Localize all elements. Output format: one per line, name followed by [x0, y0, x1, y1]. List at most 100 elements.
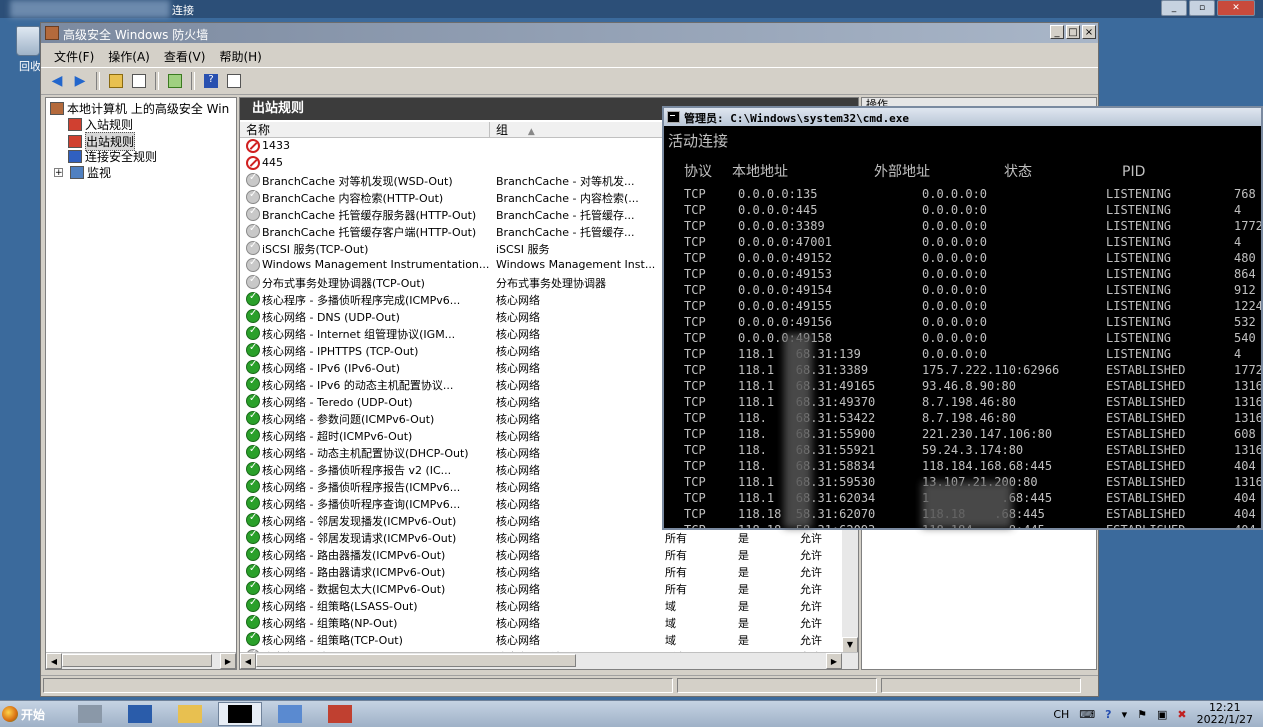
rule-enabled-icon	[246, 376, 260, 391]
conn-foreign-address: 0.0.0.0:0	[922, 331, 988, 345]
rule-group: BranchCache - 对等机发...	[496, 175, 635, 188]
conn-local-address: 0.0.0.0:49155	[738, 299, 832, 313]
tray-expand-icon[interactable]: ▾	[1122, 708, 1128, 721]
column-header-name[interactable]: 名称	[240, 122, 490, 138]
column-header-group[interactable]: 组 ▲	[490, 122, 690, 138]
rule-enabled-icon	[246, 563, 260, 578]
table-row[interactable]: 核心网络 - 组策略(TCP-Out) 核心网络 域 是 允许	[240, 631, 858, 648]
cmd-window: 管理员: C:\Windows\system32\cmd.exe 活动连接 协议…	[662, 106, 1263, 530]
rule-enabled-icon	[246, 359, 260, 374]
tree-horizontal-scrollbar[interactable]: ◀ ▶	[46, 652, 236, 669]
window-title: 高级安全 Windows 防火墙	[63, 28, 209, 42]
menu-view[interactable]: 查看(V)	[157, 45, 213, 65]
conn-protocol: TCP	[684, 331, 706, 345]
folder-icon	[178, 705, 202, 723]
taskbar-powershell[interactable]	[118, 702, 162, 726]
rule-profile: 所有	[665, 532, 687, 545]
conn-pid: 404	[1234, 491, 1256, 505]
scroll-right-icon[interactable]: ▶	[826, 653, 842, 669]
conn-state: LISTENING	[1106, 235, 1172, 249]
network-icon[interactable]: ▣	[1157, 708, 1167, 721]
conn-foreign-address: 0.0.0.0:0	[922, 251, 988, 265]
cmd-titlebar[interactable]: 管理员: C:\Windows\system32\cmd.exe	[664, 108, 1261, 126]
toolbar-divider	[96, 72, 100, 90]
tree-item-connection-security[interactable]: 连接安全规则	[68, 148, 157, 165]
taskbar-server-manager[interactable]	[68, 702, 112, 726]
scroll-left-icon[interactable]: ◀	[46, 653, 62, 669]
window-titlebar[interactable]: 高级安全 Windows 防火墙 _ □ ×	[41, 23, 1098, 43]
rule-block-icon	[246, 139, 260, 153]
conn-protocol: TCP	[684, 347, 706, 361]
conn-local-address: 0.0.0.0:49153	[738, 267, 832, 281]
table-row[interactable]: 核心网络 - 数据包太大(ICMPv6-Out) 核心网络 所有 是 允许	[240, 580, 858, 597]
rule-name: 核心网络 - Teredo (UDP-Out)	[262, 396, 413, 409]
bg-minimize-icon[interactable]: _	[1161, 0, 1187, 16]
close-button[interactable]: ×	[1082, 25, 1096, 39]
conn-protocol: TCP	[684, 459, 706, 473]
taskbar-firewall[interactable]	[318, 702, 362, 726]
help-icon[interactable]: ?	[201, 71, 221, 91]
scroll-right-icon[interactable]: ▶	[220, 653, 236, 669]
maximize-button[interactable]: □	[1066, 25, 1080, 39]
flag-icon[interactable]: ⚑	[1137, 708, 1147, 721]
volume-muted-icon[interactable]: ✖	[1177, 708, 1186, 721]
expand-icon[interactable]: +	[54, 168, 63, 178]
server-manager-icon	[78, 705, 102, 723]
rule-name: 核心网络 - 邻居发现请求(ICMPv6-Out)	[262, 532, 457, 545]
tree-item-inbound[interactable]: 入站规则	[68, 116, 133, 133]
up-folder-icon[interactable]	[106, 71, 126, 91]
scroll-thumb[interactable]	[256, 654, 576, 667]
scroll-down-icon[interactable]: ▼	[842, 637, 858, 653]
conn-state: ESTABLISHED	[1106, 522, 1185, 528]
taskbar-cmd[interactable]	[218, 702, 262, 726]
tree-root[interactable]: 本地计算机 上的高级安全 Win	[50, 100, 229, 117]
cmd-icon	[667, 111, 680, 123]
show-hide-tree-icon[interactable]	[129, 71, 149, 91]
rule-action: 允许	[800, 549, 822, 562]
back-icon[interactable]: ◀	[47, 71, 67, 91]
help-tray-icon[interactable]: ?	[1105, 708, 1111, 721]
recycle-bin[interactable]: 回收	[14, 26, 42, 73]
rule-profile: 所有	[665, 549, 687, 562]
rule-group: 核心网络	[496, 566, 540, 579]
clock-date: 2022/1/27	[1196, 713, 1253, 726]
menu-file[interactable]: 文件(F)	[47, 45, 101, 65]
scroll-thumb[interactable]	[62, 654, 212, 667]
conn-foreign-address: 0.0.0.0:0	[922, 283, 988, 297]
forward-icon[interactable]: ▶	[70, 71, 90, 91]
start-button[interactable]: 开始	[2, 704, 45, 724]
keyboard-icon[interactable]: ⌨	[1079, 708, 1095, 721]
export-icon[interactable]	[165, 71, 185, 91]
menu-help[interactable]: 帮助(H)	[212, 45, 268, 65]
rule-profile: 域	[665, 617, 676, 630]
rule-group: 核心网络	[496, 430, 540, 443]
language-indicator[interactable]: CH	[1053, 708, 1069, 721]
clock[interactable]: 12:21 2022/1/27	[1197, 702, 1253, 726]
bg-close-icon[interactable]: ✕	[1217, 0, 1255, 16]
table-row[interactable]: 核心网络 - 组策略(LSASS-Out) 核心网络 域 是 允许	[240, 597, 858, 614]
status-bar	[41, 675, 1098, 696]
table-row[interactable]: 核心网络 - 路由器请求(ICMPv6-Out) 核心网络 所有 是 允许	[240, 563, 858, 580]
firewall-icon	[45, 26, 59, 40]
taskbar-control-panel[interactable]	[268, 702, 312, 726]
rule-group: 核心网络	[496, 583, 540, 596]
table-row[interactable]: 核心网络 - 路由器播发(ICMPv6-Out) 核心网络 所有 是 允许	[240, 546, 858, 563]
table-row[interactable]: 核心网络 - 组策略(NP-Out) 核心网络 域 是 允许	[240, 614, 858, 631]
menu-action[interactable]: 操作(A)	[101, 45, 157, 65]
cmd-output[interactable]: 活动连接 协议 本地地址 外部地址 状态 PID TCP 0.0.0.0:135 0…	[668, 128, 1261, 528]
taskbar-explorer[interactable]	[168, 702, 212, 726]
rule-name: 核心程序 - 多播侦听程序完成(ICMPv6...	[262, 294, 461, 307]
tree-item-monitor[interactable]: + 监视	[54, 164, 111, 181]
rules-horizontal-scrollbar[interactable]: ◀ ▶	[240, 652, 858, 669]
rule-group: 核心网络	[496, 600, 540, 613]
action-pane-icon[interactable]	[224, 71, 244, 91]
minimize-button[interactable]: _	[1050, 25, 1064, 39]
scroll-left-icon[interactable]: ◀	[240, 653, 256, 669]
bg-restore-icon[interactable]: ▫	[1189, 0, 1215, 16]
table-row[interactable]: 核心网络 - 邻居发现请求(ICMPv6-Out) 核心网络 所有 是 允许	[240, 529, 858, 546]
conn-pid: 4	[1234, 203, 1242, 217]
rule-enabled: 是	[738, 566, 749, 579]
col-state: 状态	[1004, 164, 1032, 180]
rule-name: 核心网络 - 动态主机配置协议(DHCP-Out)	[262, 447, 469, 460]
rule-enabled-icon	[246, 342, 260, 357]
